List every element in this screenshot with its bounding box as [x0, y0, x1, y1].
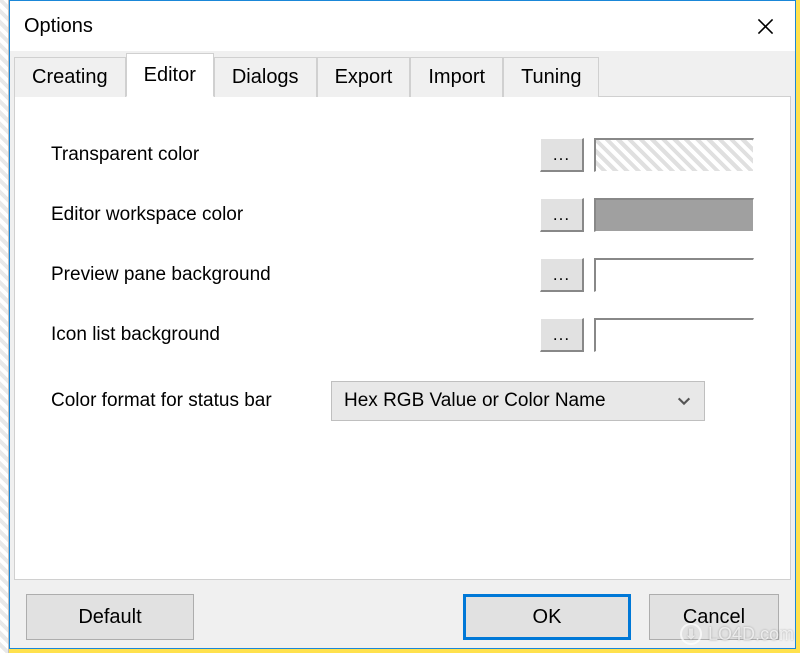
swatch-iconlist-bg[interactable] [594, 318, 754, 352]
row-iconlist-bg: Icon list background ... [51, 305, 754, 365]
label-color-format: Color format for status bar [51, 390, 331, 412]
tabstrip: Creating Editor Dialogs Export Import Tu… [10, 52, 795, 96]
color-format-combobox[interactable]: Hex RGB Value or Color Name [331, 381, 705, 421]
row-preview-bg: Preview pane background ... [51, 245, 754, 305]
swatch-preview-bg[interactable] [594, 258, 754, 292]
label-workspace-color: Editor workspace color [51, 204, 540, 226]
swatch-transparent-color[interactable] [594, 138, 754, 172]
label-preview-bg: Preview pane background [51, 264, 540, 286]
pick-preview-bg-button[interactable]: ... [540, 258, 584, 292]
pick-transparent-color-button[interactable]: ... [540, 138, 584, 172]
color-format-value: Hex RGB Value or Color Name [344, 390, 606, 412]
tab-editor[interactable]: Editor [126, 53, 214, 97]
tab-import[interactable]: Import [410, 57, 503, 97]
row-color-format: Color format for status bar Hex RGB Valu… [51, 365, 754, 437]
default-button[interactable]: Default [26, 594, 194, 640]
tab-dialogs[interactable]: Dialogs [214, 57, 317, 97]
tab-export[interactable]: Export [317, 57, 411, 97]
row-transparent-color: Transparent color ... [51, 125, 754, 185]
options-dialog: Options Creating Editor Dialogs Export I… [9, 0, 796, 649]
close-icon [757, 18, 774, 35]
ok-button[interactable]: OK [463, 594, 631, 640]
editor-tabpanel: Transparent color ... Editor workspace c… [14, 96, 791, 580]
tab-tuning[interactable]: Tuning [503, 57, 599, 97]
label-iconlist-bg: Icon list background [51, 324, 540, 346]
swatch-workspace-color[interactable] [594, 198, 754, 232]
label-transparent-color: Transparent color [51, 144, 540, 166]
cancel-button[interactable]: Cancel [649, 594, 779, 640]
pick-iconlist-bg-button[interactable]: ... [540, 318, 584, 352]
left-decor-stripe [0, 0, 9, 653]
titlebar: Options [10, 1, 795, 51]
client-area: Creating Editor Dialogs Export Import Tu… [10, 51, 795, 648]
row-workspace-color: Editor workspace color ... [51, 185, 754, 245]
close-button[interactable] [735, 1, 795, 51]
window-title: Options [24, 15, 93, 38]
tab-creating[interactable]: Creating [14, 57, 126, 97]
pick-workspace-color-button[interactable]: ... [540, 198, 584, 232]
chevron-down-icon [676, 393, 692, 409]
dialog-footer: Default OK Cancel [10, 586, 795, 648]
